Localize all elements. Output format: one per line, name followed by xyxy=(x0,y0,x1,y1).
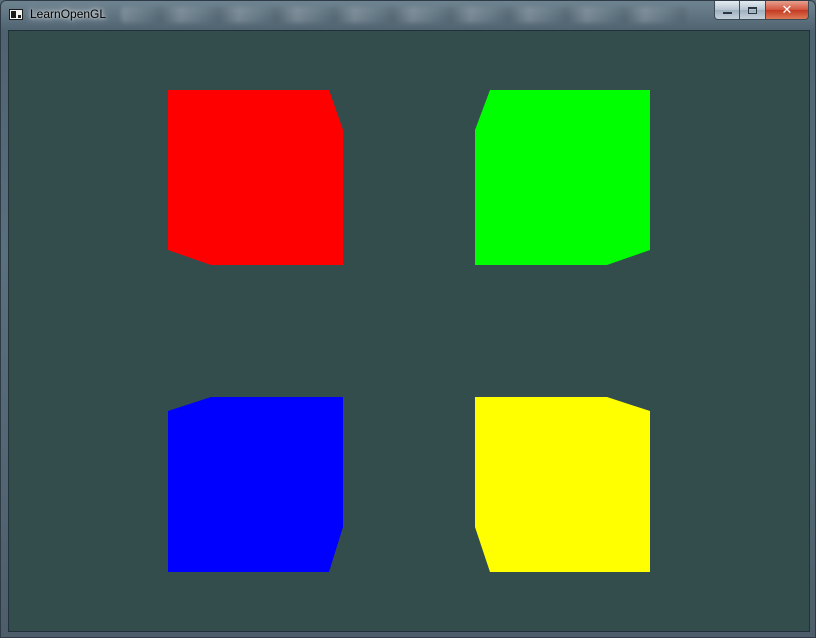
close-button[interactable]: ✕ xyxy=(766,1,809,20)
yellow-cube xyxy=(475,397,650,572)
close-icon: ✕ xyxy=(781,2,793,17)
opengl-viewport[interactable] xyxy=(8,30,810,632)
blue-cube xyxy=(168,397,343,572)
green-cube xyxy=(475,90,650,265)
title-bar[interactable]: LearnOpenGL ✕ xyxy=(1,1,815,29)
caption-buttons: ✕ xyxy=(714,1,809,20)
window-title: LearnOpenGL xyxy=(30,7,107,21)
clear-background xyxy=(9,31,809,631)
maximize-icon xyxy=(748,6,757,14)
app-window: LearnOpenGL ✕ xyxy=(0,0,816,638)
minimize-button[interactable] xyxy=(714,1,740,20)
maximize-button[interactable] xyxy=(740,1,766,20)
minimize-icon xyxy=(722,12,732,14)
red-cube xyxy=(168,90,343,265)
app-window-icon[interactable] xyxy=(9,9,23,20)
render-canvas xyxy=(9,31,809,631)
title-bar-glass xyxy=(121,7,691,23)
